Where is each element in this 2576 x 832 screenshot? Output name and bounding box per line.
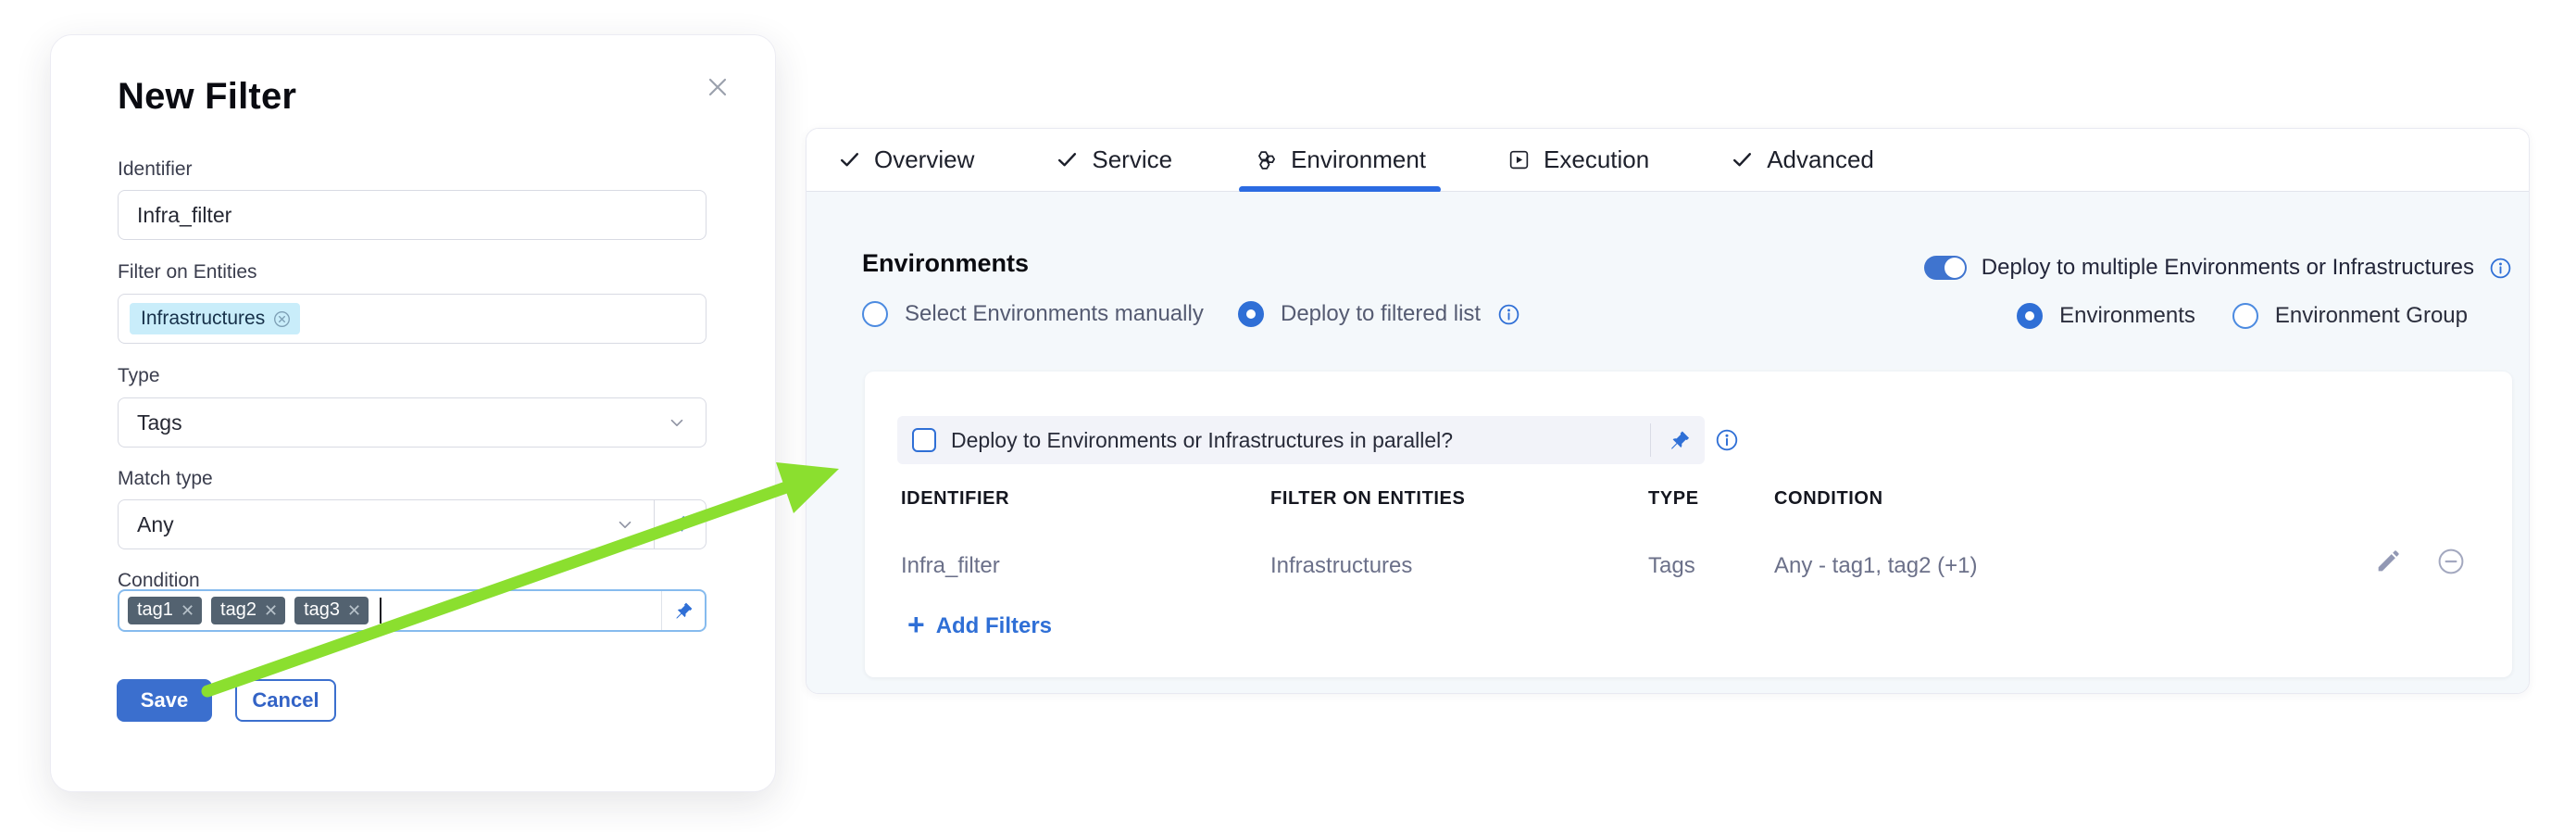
tab-advanced[interactable]: Advanced xyxy=(1731,129,1874,192)
remove-tag-icon[interactable]: ✕ xyxy=(181,602,194,619)
add-filters-label: Add Filters xyxy=(936,613,1052,639)
radio-selected-icon[interactable] xyxy=(1238,301,1264,327)
stage-config-panel: Overview Service Environment xyxy=(806,128,2530,694)
tag-chip-label: tag3 xyxy=(304,599,340,621)
parallel-label: Deploy to Environments or Infrastructure… xyxy=(951,428,1453,453)
toggle-knob xyxy=(1945,258,1965,278)
env-type-radios: Environments Environment Group xyxy=(2017,303,2468,329)
col-header-condition: CONDITION xyxy=(1774,488,1883,510)
radio-select-manually[interactable]: Select Environments manually xyxy=(862,301,1204,327)
remove-tag-icon[interactable]: ✕ xyxy=(347,602,361,619)
check-icon xyxy=(1056,148,1079,171)
pin-runtime-button[interactable] xyxy=(1667,428,1692,453)
remove-tag-icon[interactable]: ✕ xyxy=(264,602,278,619)
col-header-filter-on-entities: FILTER ON ENTITIES xyxy=(1270,488,1465,510)
col-header-type: TYPE xyxy=(1648,488,1699,510)
tag-chip[interactable]: tag2 ✕ xyxy=(211,597,285,624)
identifier-label: Identifier xyxy=(118,158,193,181)
chevron-down-icon xyxy=(615,514,635,535)
info-icon[interactable] xyxy=(1497,303,1520,326)
filter-on-entities-label: Filter on Entities xyxy=(118,261,257,284)
remove-filter-button[interactable] xyxy=(2436,547,2466,576)
entity-chip[interactable]: Infrastructures xyxy=(130,303,300,334)
close-button[interactable] xyxy=(699,69,736,106)
type-select[interactable]: Tags xyxy=(118,397,707,448)
execution-play-icon xyxy=(1507,148,1531,171)
save-button[interactable]: Save xyxy=(117,679,212,722)
parallel-option-bar: Deploy to Environments or Infrastructure… xyxy=(897,416,1705,464)
filters-card: Deploy to Environments or Infrastructure… xyxy=(865,372,2512,677)
tab-label: Environment xyxy=(1291,145,1426,174)
deploy-multiple-toggle[interactable] xyxy=(1924,256,1967,280)
check-icon xyxy=(1731,148,1754,171)
chevron-down-icon xyxy=(667,412,687,433)
tag-chip-label: tag1 xyxy=(137,599,173,621)
tab-environment[interactable]: Environment xyxy=(1254,129,1426,192)
row-identifier: Infra_filter xyxy=(901,553,1000,579)
tag-chip[interactable]: tag3 ✕ xyxy=(294,597,369,624)
text-cursor xyxy=(380,598,381,624)
multi-env-controls: Deploy to multiple Environments or Infra… xyxy=(1924,255,2512,329)
toggle-row: Deploy to multiple Environments or Infra… xyxy=(1924,255,2512,281)
entity-chip-label: Infrastructures xyxy=(141,308,265,330)
stage-tabbar: Overview Service Environment xyxy=(807,129,2529,192)
add-filters-button[interactable]: + Add Filters xyxy=(907,612,1052,639)
info-icon[interactable] xyxy=(2489,257,2512,280)
toggle-label: Deploy to multiple Environments or Infra… xyxy=(1982,255,2474,281)
screen: New Filter Identifier Infra_filter Filte… xyxy=(0,0,2576,832)
tab-overview[interactable]: Overview xyxy=(838,129,974,192)
radio-selected-icon[interactable] xyxy=(2017,303,2043,329)
tab-label: Execution xyxy=(1544,145,1649,174)
radio-label: Deploy to filtered list xyxy=(1281,301,1481,327)
radio-deploy-filtered-list[interactable]: Deploy to filtered list xyxy=(1238,301,1520,327)
tag-chip[interactable]: tag1 ✕ xyxy=(128,597,202,624)
type-value: Tags xyxy=(137,410,182,435)
tab-label: Advanced xyxy=(1767,145,1874,174)
radio-unselected-icon[interactable] xyxy=(862,301,888,327)
condition-input[interactable]: tag1 ✕ tag2 ✕ tag3 ✕ xyxy=(118,589,707,632)
tab-service[interactable]: Service xyxy=(1056,129,1172,192)
environment-hexagons-icon xyxy=(1254,148,1278,172)
radio-environment-group-label: Environment Group xyxy=(2275,303,2468,329)
type-label: Type xyxy=(118,365,160,387)
divider xyxy=(1650,423,1651,457)
environments-heading: Environments xyxy=(862,249,1029,278)
match-type-select[interactable]: Any xyxy=(118,499,707,549)
tab-execution[interactable]: Execution xyxy=(1507,129,1649,192)
tag-chip-label: tag2 xyxy=(220,599,256,621)
plus-icon: + xyxy=(907,610,925,639)
pin-runtime-button[interactable] xyxy=(654,500,706,548)
row-condition: Any - tag1, tag2 (+1) xyxy=(1774,553,1977,579)
close-icon xyxy=(703,72,732,102)
radio-unselected-icon[interactable] xyxy=(2232,303,2258,329)
parallel-checkbox[interactable] xyxy=(912,428,936,452)
tab-label: Overview xyxy=(874,145,974,174)
pin-runtime-button[interactable] xyxy=(661,591,705,630)
match-type-label: Match type xyxy=(118,468,213,490)
pin-icon xyxy=(669,512,693,536)
match-type-value: Any xyxy=(137,512,174,537)
cancel-button[interactable]: Cancel xyxy=(235,679,336,722)
col-header-identifier: IDENTIFIER xyxy=(901,488,1009,510)
tab-label: Service xyxy=(1092,145,1172,174)
row-type: Tags xyxy=(1648,553,1695,579)
radio-environments-label: Environments xyxy=(2059,303,2195,329)
row-filter-on-entities: Infrastructures xyxy=(1270,553,1412,579)
environment-tab-content: Environments Select Environments manuall… xyxy=(807,192,2529,693)
identifier-input[interactable]: Infra_filter xyxy=(118,190,707,240)
modal-title: New Filter xyxy=(118,76,296,118)
filter-on-entities-input[interactable]: Infrastructures xyxy=(118,294,707,344)
new-filter-modal: New Filter Identifier Infra_filter Filte… xyxy=(50,34,776,792)
identifier-value: Infra_filter xyxy=(137,203,231,228)
radio-label: Select Environments manually xyxy=(905,301,1204,327)
pin-icon xyxy=(672,599,694,622)
info-icon[interactable] xyxy=(1715,428,1739,452)
edit-filter-button[interactable] xyxy=(2374,547,2403,575)
chip-remove-icon[interactable] xyxy=(273,310,291,328)
check-icon xyxy=(838,148,861,171)
